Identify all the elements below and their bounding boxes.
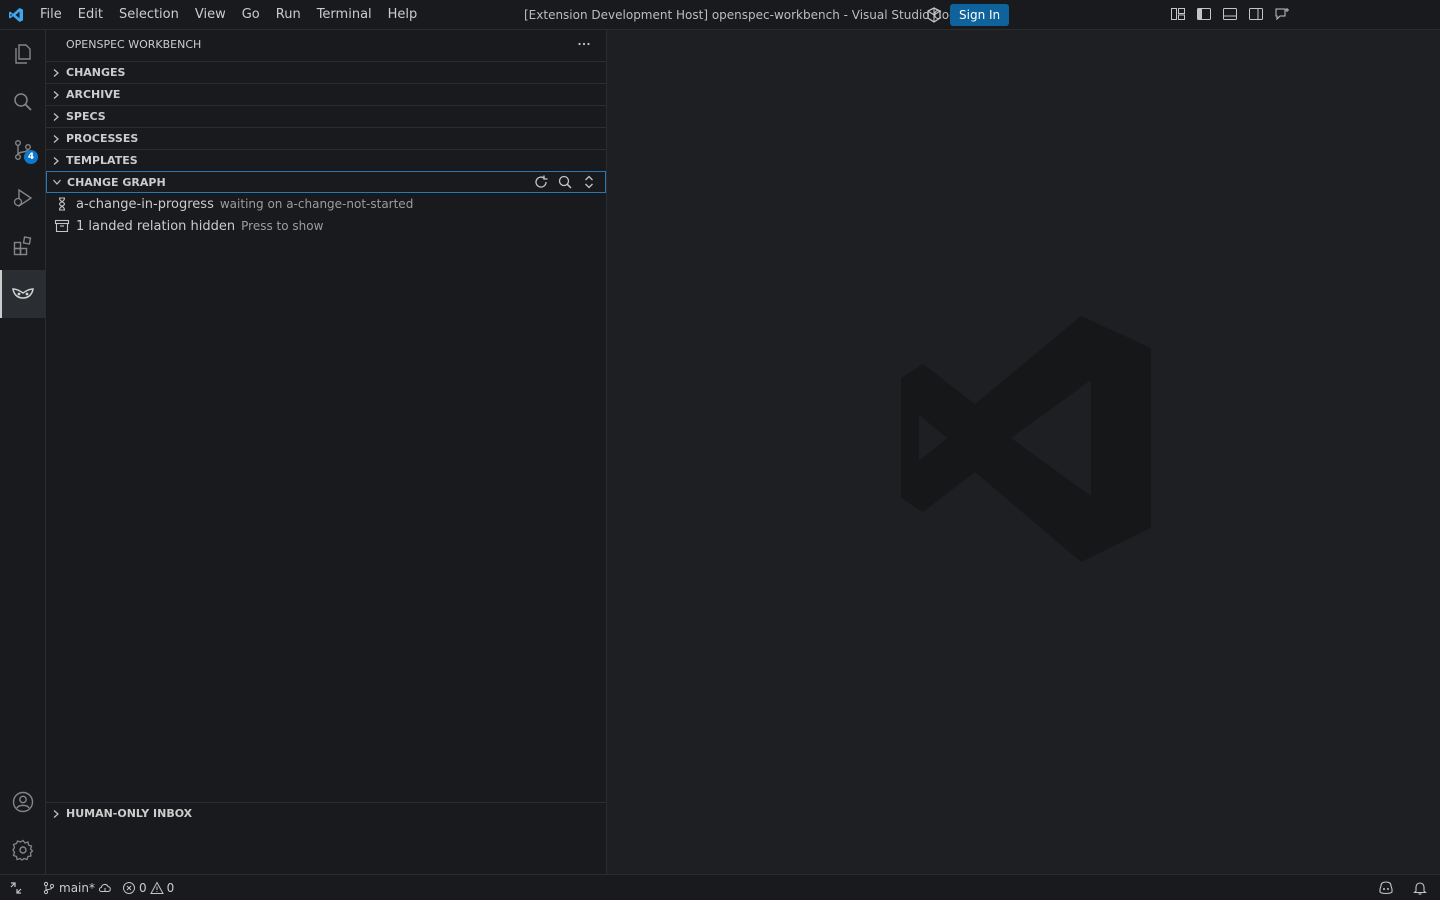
extensions-icon[interactable] (0, 222, 46, 270)
source-control-icon[interactable]: 4 (0, 126, 46, 174)
chevron-right-icon (46, 62, 66, 84)
tree-item-change-in-progress[interactable]: a-change-in-progress waiting on a-change… (46, 193, 606, 215)
expand-collapse-icon[interactable] (581, 174, 597, 190)
menu-run[interactable]: Run (268, 0, 309, 30)
error-icon (122, 881, 136, 895)
status-bar: main* 0 0 (0, 874, 1440, 900)
sidebar-title: OPENSPEC WORKBENCH (66, 37, 202, 51)
sign-in-button[interactable]: Sign In (950, 4, 1010, 26)
sync-cloud-icon[interactable] (98, 881, 112, 895)
chevron-right-icon (46, 128, 66, 150)
openspec-icon[interactable] (0, 270, 46, 318)
copilot-status-icon[interactable] (926, 7, 942, 23)
editor-area (607, 30, 1440, 874)
git-branch-icon (42, 881, 56, 895)
chevron-right-icon (46, 803, 66, 825)
section-changes[interactable]: CHANGES (46, 61, 606, 83)
search-icon[interactable] (557, 174, 573, 190)
settings-gear-icon[interactable] (0, 826, 46, 874)
tree-item-label: 1 landed relation hidden (76, 218, 236, 234)
status-right-items (1378, 880, 1428, 896)
vscode-watermark-icon (901, 310, 1151, 566)
activity-bar: 4 (0, 30, 46, 874)
section-templates-label: TEMPLATES (66, 154, 138, 167)
menu-terminal[interactable]: Terminal (309, 0, 380, 30)
branch-status[interactable]: main* (42, 881, 112, 895)
menu-view[interactable]: View (187, 0, 234, 30)
source-control-badge: 4 (24, 150, 38, 164)
tree-item-description: waiting on a-change-not-started (219, 197, 414, 211)
chevron-right-icon (46, 106, 66, 128)
warning-icon (149, 880, 164, 895)
notifications-bell-icon[interactable] (1412, 880, 1428, 896)
layout-controls (1170, 6, 1290, 22)
more-actions-icon[interactable] (576, 36, 592, 52)
section-specs[interactable]: SPECS (46, 105, 606, 127)
sidebar-header: OPENSPEC WORKBENCH (46, 30, 606, 58)
run-debug-icon[interactable] (0, 174, 46, 222)
tree-item-label: a-change-in-progress (76, 196, 214, 212)
section-changes-label: CHANGES (66, 66, 126, 79)
section-human-inbox[interactable]: HUMAN-ONLY INBOX (46, 802, 606, 824)
menu-selection[interactable]: Selection (111, 0, 187, 30)
toggle-panel-icon[interactable] (1222, 6, 1238, 22)
explorer-icon[interactable] (0, 30, 46, 78)
section-archive-label: ARCHIVE (66, 88, 121, 101)
chevron-down-icon (47, 171, 67, 193)
section-specs-label: SPECS (66, 110, 106, 123)
tree-item-description: Press to show (241, 219, 324, 233)
warning-count: 0 (166, 880, 175, 895)
chevron-right-icon (46, 150, 66, 172)
section-change-graph[interactable]: CHANGE GRAPH (46, 171, 606, 193)
section-archive[interactable]: ARCHIVE (46, 83, 606, 105)
chevron-right-icon (46, 84, 66, 106)
chat-icon[interactable] (1274, 6, 1290, 22)
customize-layout-icon[interactable] (1170, 6, 1186, 22)
menu-edit[interactable]: Edit (70, 0, 111, 30)
remote-indicator-icon[interactable] (0, 875, 32, 900)
copilot-icon[interactable] (1378, 880, 1394, 896)
menu-go[interactable]: Go (234, 0, 268, 30)
section-human-inbox-label: HUMAN-ONLY INBOX (66, 807, 193, 820)
toggle-primary-sidebar-icon[interactable] (1196, 6, 1212, 22)
section-processes[interactable]: PROCESSES (46, 127, 606, 149)
section-change-graph-label: CHANGE GRAPH (67, 175, 166, 189)
menu-bar: File Edit Selection View Go Run Terminal… (32, 0, 425, 30)
refresh-icon[interactable] (533, 174, 549, 190)
title-bar: File Edit Selection View Go Run Terminal… (0, 0, 1440, 30)
error-count: 0 (138, 880, 147, 895)
section-templates[interactable]: TEMPLATES (46, 149, 606, 171)
archive-box-icon (54, 218, 70, 234)
hourglass-icon (54, 196, 70, 212)
change-graph-actions (533, 174, 597, 190)
openspec-sidebar: OPENSPEC WORKBENCH CHANGES ARCHIVE SPECS… (46, 30, 607, 874)
vscode-logo-icon (0, 0, 32, 30)
menu-file[interactable]: File (32, 0, 70, 30)
account-icon[interactable] (0, 778, 46, 826)
tree-item-landed-relation-hidden[interactable]: 1 landed relation hidden Press to show (46, 215, 606, 237)
menu-help[interactable]: Help (380, 0, 426, 30)
toggle-secondary-sidebar-icon[interactable] (1248, 6, 1264, 22)
problems-status[interactable]: 0 0 (122, 881, 174, 895)
branch-name: main* (59, 880, 95, 895)
section-processes-label: PROCESSES (66, 132, 139, 145)
window-title: [Extension Development Host] openspec-wo… (524, 8, 965, 22)
search-icon[interactable] (0, 78, 46, 126)
